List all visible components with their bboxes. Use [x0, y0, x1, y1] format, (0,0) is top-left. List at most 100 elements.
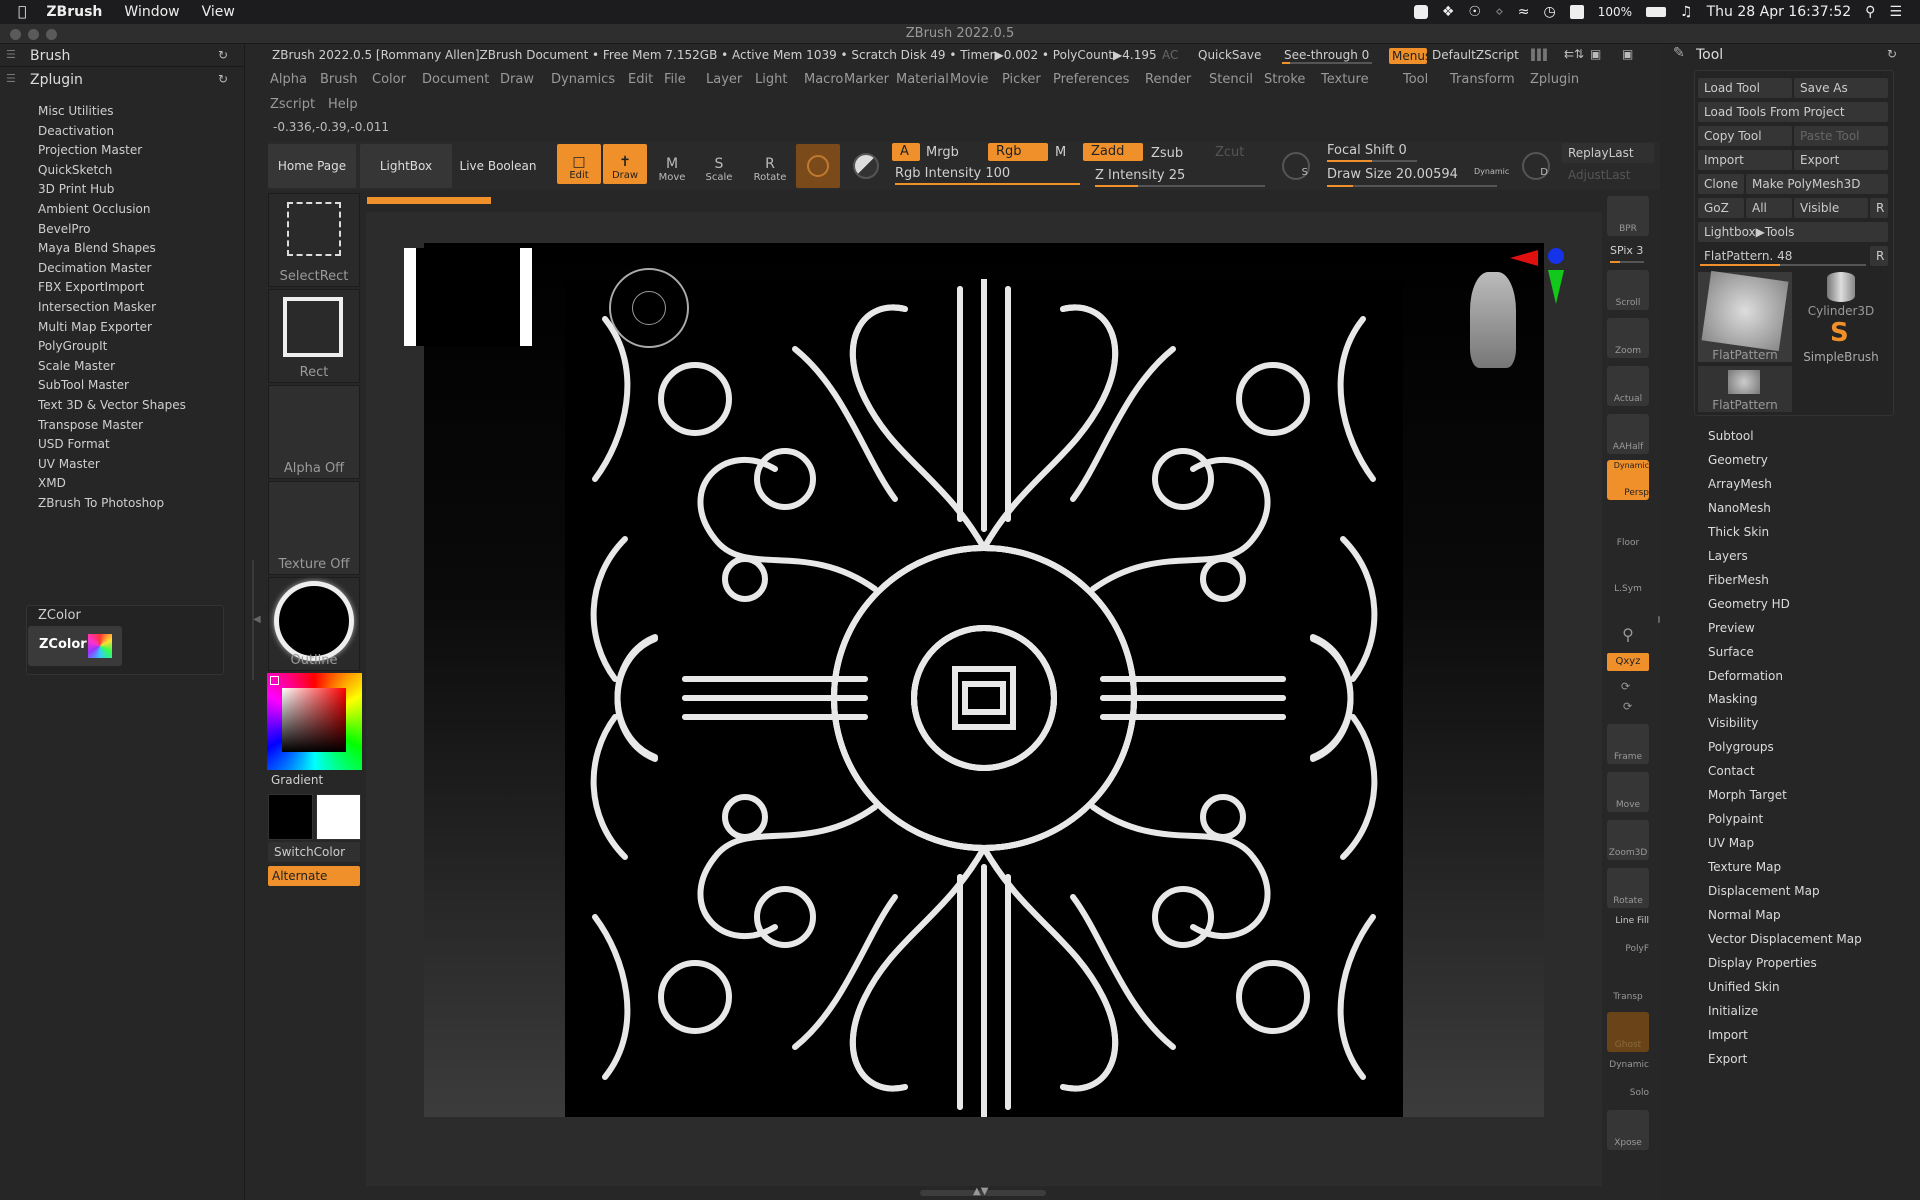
- z-intensity-slider[interactable]: [1095, 185, 1265, 187]
- draw-size-slider[interactable]: [1327, 185, 1497, 187]
- rotate-y-icon[interactable]: ⟳: [1621, 680, 1630, 693]
- tool-subpalette-item[interactable]: UV Map: [1708, 836, 1754, 850]
- layout-a-icon[interactable]: ▣: [1590, 47, 1601, 61]
- menu-draw[interactable]: Draw: [500, 72, 534, 87]
- tool-subpalette-item[interactable]: Contact: [1708, 764, 1755, 778]
- alternate-button[interactable]: Alternate: [268, 866, 360, 886]
- tool-subpalette-item[interactable]: Subtool: [1708, 429, 1754, 443]
- plugin-item[interactable]: Text 3D & Vector Shapes: [38, 398, 186, 412]
- make-polymesh3d-button[interactable]: Make PolyMesh3D: [1746, 174, 1888, 194]
- dynamic-label[interactable]: Dynamic: [1474, 167, 1509, 176]
- mrgb-toggle[interactable]: Mrgb: [926, 145, 959, 160]
- transp-button[interactable]: Transp: [1605, 964, 1651, 1004]
- view-menu[interactable]: View: [202, 4, 235, 20]
- zplugin-palette-header[interactable]: Zplugin: [30, 72, 83, 88]
- plugin-item[interactable]: UV Master: [38, 457, 100, 471]
- tool-subpalette-item[interactable]: Texture Map: [1708, 860, 1781, 874]
- zcolor-header[interactable]: ZColor: [38, 608, 81, 623]
- save-as-button[interactable]: Save As: [1794, 78, 1888, 98]
- load-tools-from-project-button[interactable]: Load Tools From Project: [1698, 102, 1888, 122]
- gradient-label[interactable]: Gradient: [271, 773, 323, 787]
- m-toggle[interactable]: M: [1055, 145, 1066, 160]
- rect-button[interactable]: Rect: [268, 289, 360, 383]
- menu-zplugin[interactable]: Zplugin: [1530, 72, 1579, 87]
- draw-size-label[interactable]: Draw Size 20.00594: [1327, 167, 1458, 182]
- battery-label[interactable]: 100%: [1598, 5, 1632, 19]
- replay-last-button[interactable]: ReplayLast: [1562, 143, 1654, 163]
- plugin-item[interactable]: Projection Master: [38, 143, 142, 157]
- default-zscript[interactable]: DefaultZScript: [1432, 48, 1519, 62]
- tool-subpalette-item[interactable]: Unified Skin: [1708, 980, 1780, 994]
- menu-alpha[interactable]: Alpha: [270, 72, 307, 87]
- tool-subpalette-item[interactable]: Normal Map: [1708, 908, 1781, 922]
- focal-shift-slider[interactable]: [1327, 160, 1417, 162]
- texture-button[interactable]: Texture Off: [268, 481, 360, 575]
- brush-refresh-icon[interactable]: ↻: [218, 48, 228, 62]
- tool-subpalette-item[interactable]: Geometry HD: [1708, 597, 1790, 611]
- tool-subpalette-item[interactable]: Preview: [1708, 621, 1755, 635]
- goz-r-button[interactable]: R: [1870, 198, 1888, 218]
- tool-drag-icon[interactable]: ✎: [1673, 45, 1685, 61]
- load-tool-button[interactable]: Load Tool: [1698, 78, 1792, 98]
- export-tool-button[interactable]: Export: [1794, 150, 1888, 170]
- goz-button[interactable]: GoZ: [1698, 198, 1744, 218]
- stroke-d-icon[interactable]: D: [1522, 152, 1550, 180]
- floor-button[interactable]: Floor: [1605, 510, 1651, 550]
- menu-zscript[interactable]: Zscript: [270, 97, 315, 112]
- tool-subpalette-item[interactable]: Thick Skin: [1708, 525, 1769, 539]
- gizmo-y-axis-icon[interactable]: [1548, 270, 1564, 304]
- gizmo-z-axis-icon[interactable]: [1548, 248, 1564, 264]
- adjust-last-button[interactable]: AdjustLast: [1562, 165, 1654, 185]
- tool-subpalette-item[interactable]: Layers: [1708, 549, 1748, 563]
- menu-file[interactable]: File: [664, 72, 686, 87]
- zplugin-refresh-icon[interactable]: ↻: [218, 72, 228, 86]
- plugin-item[interactable]: Scale Master: [38, 359, 115, 373]
- tool-subpalette-item[interactable]: Import: [1708, 1028, 1748, 1042]
- tool-subpalette-item[interactable]: Display Properties: [1708, 956, 1817, 970]
- tool-subpalette-item[interactable]: Displacement Map: [1708, 884, 1820, 898]
- accessibility-icon[interactable]: ☉: [1468, 4, 1481, 20]
- tool-subpalette-item[interactable]: Polypaint: [1708, 812, 1763, 826]
- menu-transform[interactable]: Transform: [1450, 72, 1515, 87]
- copy-tool-button[interactable]: Copy Tool: [1698, 126, 1792, 146]
- tool-subpalette-item[interactable]: Initialize: [1708, 1004, 1758, 1018]
- timemachine-icon[interactable]: ◷: [1544, 4, 1556, 20]
- menu-tool[interactable]: Tool: [1403, 72, 1428, 87]
- persp-button[interactable]: Dynamic Persp: [1605, 460, 1651, 500]
- menu-marker[interactable]: Marker: [844, 72, 889, 87]
- menu-color[interactable]: Color: [372, 72, 406, 87]
- scroll-button[interactable]: Scroll: [1605, 270, 1651, 310]
- tool-subpalette-item[interactable]: Vector Displacement Map: [1708, 932, 1862, 946]
- lsym-button[interactable]: L.Sym: [1605, 556, 1651, 596]
- select-rect-button[interactable]: SelectRect: [268, 193, 360, 287]
- zplugin-drag-icon[interactable]: ☰: [6, 72, 16, 85]
- menu-picker[interactable]: Picker: [1002, 72, 1041, 87]
- zoom-button[interactable]: Zoom: [1605, 318, 1651, 358]
- material-swatch[interactable]: [796, 144, 840, 188]
- rgb-toggle[interactable]: Rgb: [988, 143, 1048, 161]
- plugin-item[interactable]: XMD: [38, 476, 66, 490]
- alpha-button[interactable]: Alpha Off: [268, 385, 360, 479]
- frame-button[interactable]: Frame: [1605, 724, 1651, 764]
- stroke-s-icon[interactable]: S: [1282, 152, 1310, 180]
- layout-b-icon[interactable]: ▣: [1622, 47, 1633, 61]
- rotate-z-icon[interactable]: ⟳: [1623, 700, 1632, 713]
- menu-movie[interactable]: Movie: [950, 72, 988, 87]
- draw-button[interactable]: ✝ Draw: [603, 144, 647, 184]
- tool-subpalette-item[interactable]: Morph Target: [1708, 788, 1787, 802]
- home-page-button[interactable]: Home Page: [268, 144, 356, 188]
- plugin-item[interactable]: SubTool Master: [38, 378, 129, 392]
- import-tool-button[interactable]: Import: [1698, 150, 1792, 170]
- menus-toggle[interactable]: Menus: [1389, 48, 1431, 64]
- wifi-icon[interactable]: ≈: [1518, 4, 1530, 20]
- solo-button[interactable]: Dynamic Solo: [1605, 1060, 1651, 1100]
- layout-bars-icon[interactable]: ‖‖‖: [1530, 47, 1548, 61]
- menu-stroke[interactable]: Stroke: [1264, 72, 1305, 87]
- tool-subpalette-item[interactable]: ArrayMesh: [1708, 477, 1772, 491]
- spix-label[interactable]: SPix 3: [1610, 244, 1643, 257]
- scale-button[interactable]: S Scale: [697, 146, 741, 186]
- expand-bottom-icon[interactable]: ▲▼: [973, 1186, 988, 1197]
- tool-subpalette-item[interactable]: Deformation: [1708, 669, 1783, 683]
- move-view-button[interactable]: Move: [1605, 772, 1651, 812]
- search-icon[interactable]: ⚲: [1865, 4, 1875, 20]
